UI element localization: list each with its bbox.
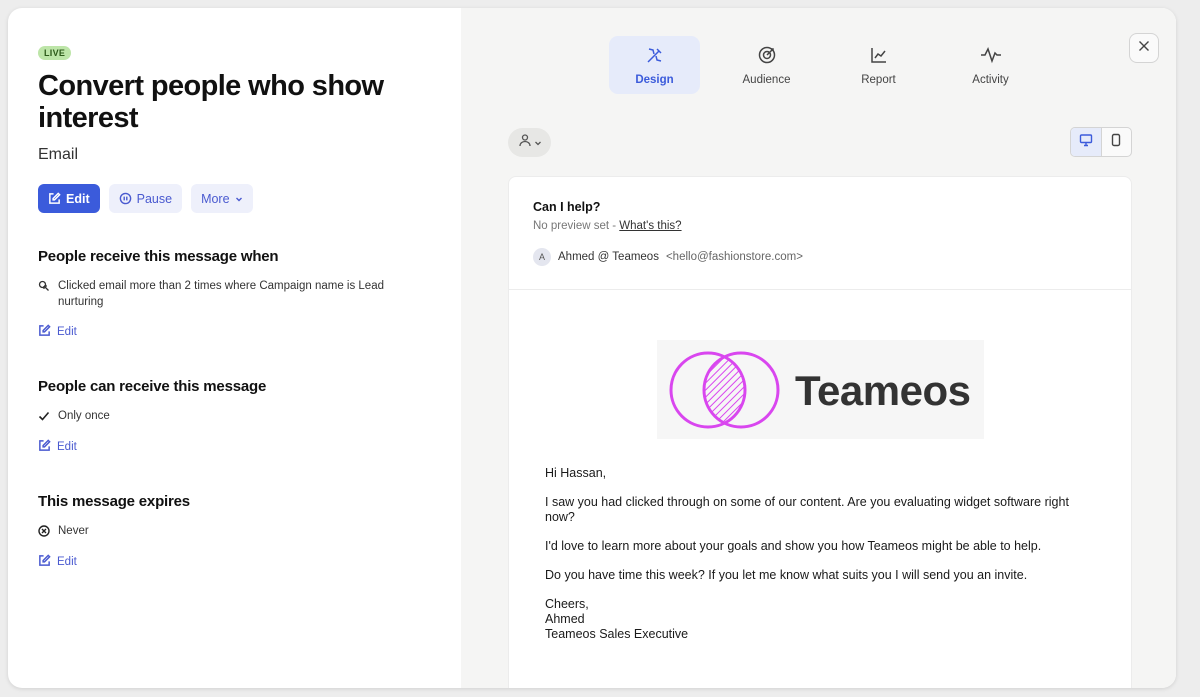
tab-report[interactable]: Report [833,36,924,94]
sender-address: <hello@fashionstore.com> [665,251,803,263]
mobile-icon [1110,133,1122,152]
checkmark-icon [38,410,50,427]
email-subject: Can I help? [533,200,601,214]
target-icon [757,45,777,68]
email-paragraph: I'd love to learn more about your goals … [545,539,1042,553]
email-preview-text: No preview set - What's this? [533,220,682,232]
edit-button-label: Edit [66,191,90,206]
logo-text: Teameos [795,367,971,414]
avatar: A [533,248,551,266]
chart-icon [869,45,889,68]
email-greeting: Hi Hassan, [545,466,607,480]
design-icon [645,45,665,68]
channel-label: Email [38,146,79,163]
cursor-click-icon [38,280,50,310]
edit-link-label: Edit [57,556,77,568]
tab-bar: Design Audience Report Activity [609,36,1036,94]
preview-panel: Design Audience Report Activity Can I he… [461,8,1176,688]
edit-icon [48,192,61,205]
pause-button-label: Pause [136,191,173,206]
tab-label: Activity [972,73,1009,86]
desktop-icon [1079,133,1093,152]
tab-audience[interactable]: Audience [721,36,812,94]
section-title-can-receive: People can receive this message [38,378,267,395]
desktop-view-button[interactable] [1071,128,1102,156]
email-preview: Can I help? No preview set - What's this… [508,176,1132,688]
device-toggle [1070,127,1132,157]
email-body-text: Hi Hassan, I saw you had clicked through… [545,466,1095,642]
email-paragraph: I saw you had clicked through on some of… [545,495,1069,524]
edit-can-receive-link[interactable]: Edit [38,439,77,455]
edit-icon [38,439,51,455]
tab-design[interactable]: Design [609,36,700,94]
status-badge: LIVE [38,46,72,60]
signature-name: Ahmed [545,612,585,626]
action-buttons: Edit Pause More [38,184,253,213]
edit-receive-when-link[interactable]: Edit [38,324,77,340]
rule-can-receive: Only once [38,408,110,427]
signoff: Cheers, [545,597,589,611]
tab-activity[interactable]: Activity [945,36,1036,94]
preview-text: No preview set - [533,220,620,232]
rule-text: Clicked email more than 2 times where Ca… [58,280,384,308]
more-button[interactable]: More [191,184,253,213]
close-icon [1138,39,1150,57]
message-details-panel: LIVE Convert people who show interest Em… [18,26,461,678]
signature-title: Teameos Sales Executive [545,627,689,641]
tab-label: Report [861,73,896,86]
persona-selector[interactable] [508,128,551,157]
person-icon [518,133,532,152]
pause-button[interactable]: Pause [108,184,183,213]
mobile-view-button[interactable] [1102,128,1132,156]
edit-icon [38,554,51,570]
whats-this-link[interactable]: What's this? [619,220,681,232]
sender-name: Ahmed @ Teameos [558,251,659,263]
more-button-label: More [201,191,230,206]
email-paragraph: Do you have time this week? If you let m… [545,568,1028,582]
pulse-icon [980,45,1002,68]
rule-text: Never [58,525,89,537]
section-title-receive-when: People receive this message when [38,248,279,265]
edit-button[interactable]: Edit [38,184,100,213]
pause-icon [119,192,132,205]
email-header: Can I help? No preview set - What's this… [509,177,1131,290]
email-body: Teameos Hi Hassan, I saw you had clicked… [509,290,1131,688]
rule-text: Only once [58,410,110,422]
email-sender: A Ahmed @ Teameos <hello@fashionstore.co… [533,248,803,266]
circle-x-icon [38,525,50,542]
email-signature: Cheers, Ahmed Teameos Sales Executive [545,597,1095,642]
tab-label: Audience [742,73,791,86]
edit-link-label: Edit [57,441,77,453]
chevron-down-icon [534,134,542,152]
rule-receive-when: Clicked email more than 2 times where Ca… [38,278,398,310]
edit-expires-link[interactable]: Edit [38,554,77,570]
teameos-logo: Teameos [657,340,984,439]
edit-link-label: Edit [57,326,77,338]
logo-mark-icon [669,351,780,429]
tab-label: Design [635,73,674,86]
message-modal: LIVE Convert people who show interest Em… [8,8,1176,688]
section-title-expires: This message expires [38,493,190,510]
rule-expires: Never [38,523,89,542]
page-title: Convert people who show interest [38,70,384,134]
edit-icon [38,324,51,340]
chevron-down-icon [235,195,243,203]
close-button[interactable] [1129,33,1159,63]
